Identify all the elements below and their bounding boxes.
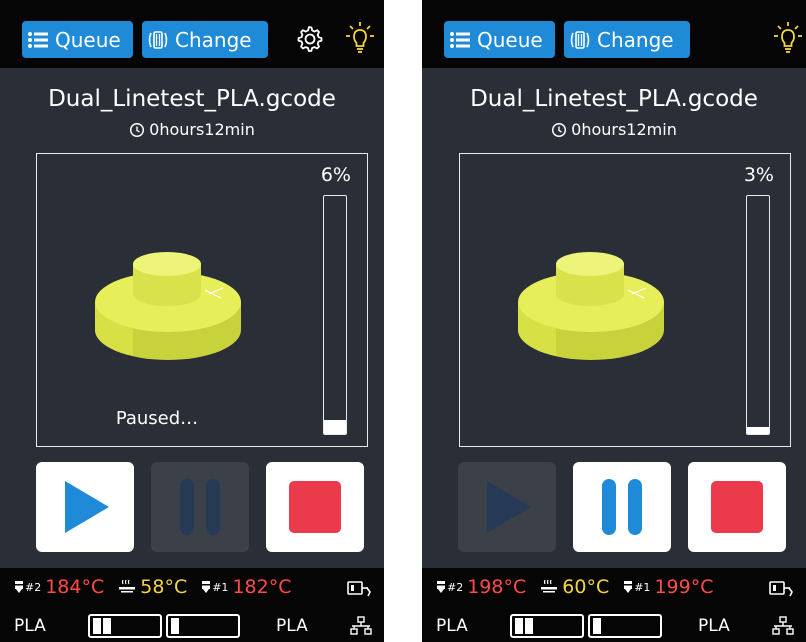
print-time: 0hours12min — [422, 120, 806, 139]
status-bar: #2 198°C 60°C #1 199°C PLA PLA — [422, 568, 806, 642]
nozzle-1-temp: 182°C — [232, 576, 292, 598]
heated-bed-icon — [119, 579, 136, 593]
status-bar: #2 184°C 58°C #1 182°C PLA PLA — [0, 568, 384, 642]
printer-screen-left: Queue Change Dual_Linetest_PLA.gcode 0ho… — [0, 0, 384, 642]
model-preview — [518, 252, 664, 360]
filament-left-label: PLA — [436, 616, 468, 636]
temperature-row: #2 184°C 58°C #1 182°C — [14, 576, 291, 598]
nozzle-icon — [201, 581, 212, 593]
stop-icon — [711, 481, 763, 533]
nozzle-icon — [14, 581, 24, 593]
pause-icon — [180, 479, 220, 535]
usb-icon — [347, 581, 371, 597]
light-bulb-icon[interactable] — [345, 20, 375, 56]
network-icon — [772, 616, 794, 635]
play-icon — [65, 481, 109, 533]
play-icon — [487, 481, 531, 533]
nozzle-icon — [623, 581, 634, 593]
nozzle-1-temp: 199°C — [654, 576, 714, 598]
filament-gauge-left — [88, 614, 162, 638]
pause-button[interactable] — [151, 462, 249, 552]
progress-percent: 6% — [320, 164, 351, 186]
file-name: Dual_Linetest_PLA.gcode — [48, 86, 336, 112]
clock-icon — [130, 122, 145, 137]
progress-fill — [324, 419, 346, 434]
filament-change-icon — [570, 30, 590, 49]
nozzle-2-temp: 184°C — [45, 576, 105, 598]
nozzle-1: #1 — [201, 580, 228, 594]
print-time: 0hours12min — [0, 120, 384, 139]
printer-screen-right: Queue Change Dual_Linetest_PLA.gcode 0ho… — [422, 0, 806, 642]
queue-button[interactable]: Queue — [444, 21, 555, 58]
nozzle-2: #2 — [14, 580, 41, 594]
print-status: Paused… — [115, 408, 199, 429]
time-text: 0hours12min — [149, 120, 255, 139]
queue-button[interactable]: Queue — [22, 21, 133, 58]
file-name: Dual_Linetest_PLA.gcode — [470, 86, 758, 112]
list-icon — [450, 31, 470, 48]
bed-temp: 58°C — [140, 576, 188, 598]
light-bulb-icon[interactable] — [773, 20, 803, 56]
filament-change-icon — [148, 30, 168, 49]
change-filament-button[interactable]: Change — [142, 21, 268, 58]
top-bar: Queue Change — [0, 0, 384, 68]
heated-bed-icon — [541, 579, 558, 593]
queue-label: Queue — [477, 27, 543, 52]
nozzle-icon — [436, 581, 446, 593]
nozzle-1: #1 — [623, 580, 650, 594]
time-text: 0hours12min — [571, 120, 677, 139]
stop-button[interactable] — [266, 462, 364, 552]
nozzle-1-label: #1 — [634, 580, 651, 594]
pause-icon — [602, 479, 642, 535]
list-icon — [28, 31, 48, 48]
progress-bar — [746, 195, 770, 435]
stop-icon — [289, 481, 341, 533]
progress-fill — [747, 426, 769, 434]
network-icon — [350, 616, 372, 635]
bed-temp: 60°C — [562, 576, 610, 598]
temperature-row: #2 198°C 60°C #1 199°C — [436, 576, 713, 598]
filament-gauge-left — [510, 614, 584, 638]
top-bar: Queue Change — [422, 0, 806, 68]
stop-button[interactable] — [688, 462, 786, 552]
queue-label: Queue — [55, 27, 121, 52]
nozzle-2-label: #2 — [447, 580, 464, 594]
change-filament-button[interactable]: Change — [564, 21, 690, 58]
change-label: Change — [175, 27, 252, 52]
progress-bar — [323, 195, 347, 435]
gear-icon[interactable] — [294, 24, 324, 54]
filament-right-label: PLA — [276, 616, 308, 636]
nozzle-2-label: #2 — [25, 580, 42, 594]
model-preview — [95, 252, 241, 360]
progress-percent: 3% — [743, 164, 774, 186]
print-preview-panel: 6% Paused… — [36, 153, 368, 447]
filament-gauge-right — [166, 614, 240, 638]
filament-right-label: PLA — [698, 616, 730, 636]
usb-icon — [769, 581, 793, 597]
print-preview-panel: 3% — [459, 153, 791, 447]
change-label: Change — [597, 27, 674, 52]
nozzle-1-label: #1 — [212, 580, 229, 594]
nozzle-2-temp: 198°C — [467, 576, 527, 598]
clock-icon — [552, 122, 567, 137]
play-button[interactable] — [458, 462, 556, 552]
filament-left-label: PLA — [14, 616, 46, 636]
play-button[interactable] — [36, 462, 134, 552]
filament-gauge-right — [588, 614, 662, 638]
nozzle-2: #2 — [436, 580, 463, 594]
pause-button[interactable] — [573, 462, 671, 552]
